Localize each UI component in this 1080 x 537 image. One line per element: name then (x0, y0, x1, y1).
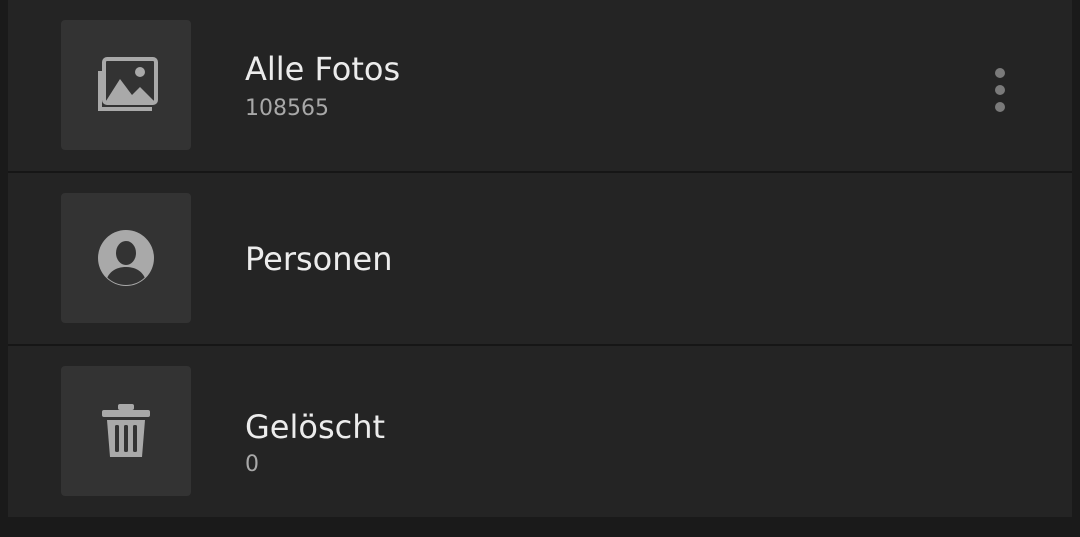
more-options-button[interactable] (982, 60, 1018, 120)
more-vert-icon-dot (995, 102, 1005, 112)
more-vert-icon-dot (995, 85, 1005, 95)
album-list: Alle Fotos 108565 Personen Gelöscht 0 (8, 0, 1072, 517)
album-row-deleted[interactable]: Gelöscht 0 (8, 346, 1072, 517)
person-icon (98, 230, 154, 286)
album-thumbnail (61, 193, 191, 323)
album-count: 108565 (245, 96, 329, 121)
album-count: 0 (245, 452, 259, 477)
trash-icon (102, 404, 150, 457)
album-title: Personen (245, 240, 393, 278)
album-thumbnail (61, 366, 191, 496)
album-title: Alle Fotos (245, 50, 401, 88)
album-row-people[interactable]: Personen (8, 173, 1072, 344)
album-title: Gelöscht (245, 408, 386, 446)
album-thumbnail (61, 20, 191, 150)
photos-icon (98, 57, 158, 111)
more-vert-icon (995, 68, 1005, 78)
album-row-all-photos[interactable]: Alle Fotos 108565 (8, 0, 1072, 171)
